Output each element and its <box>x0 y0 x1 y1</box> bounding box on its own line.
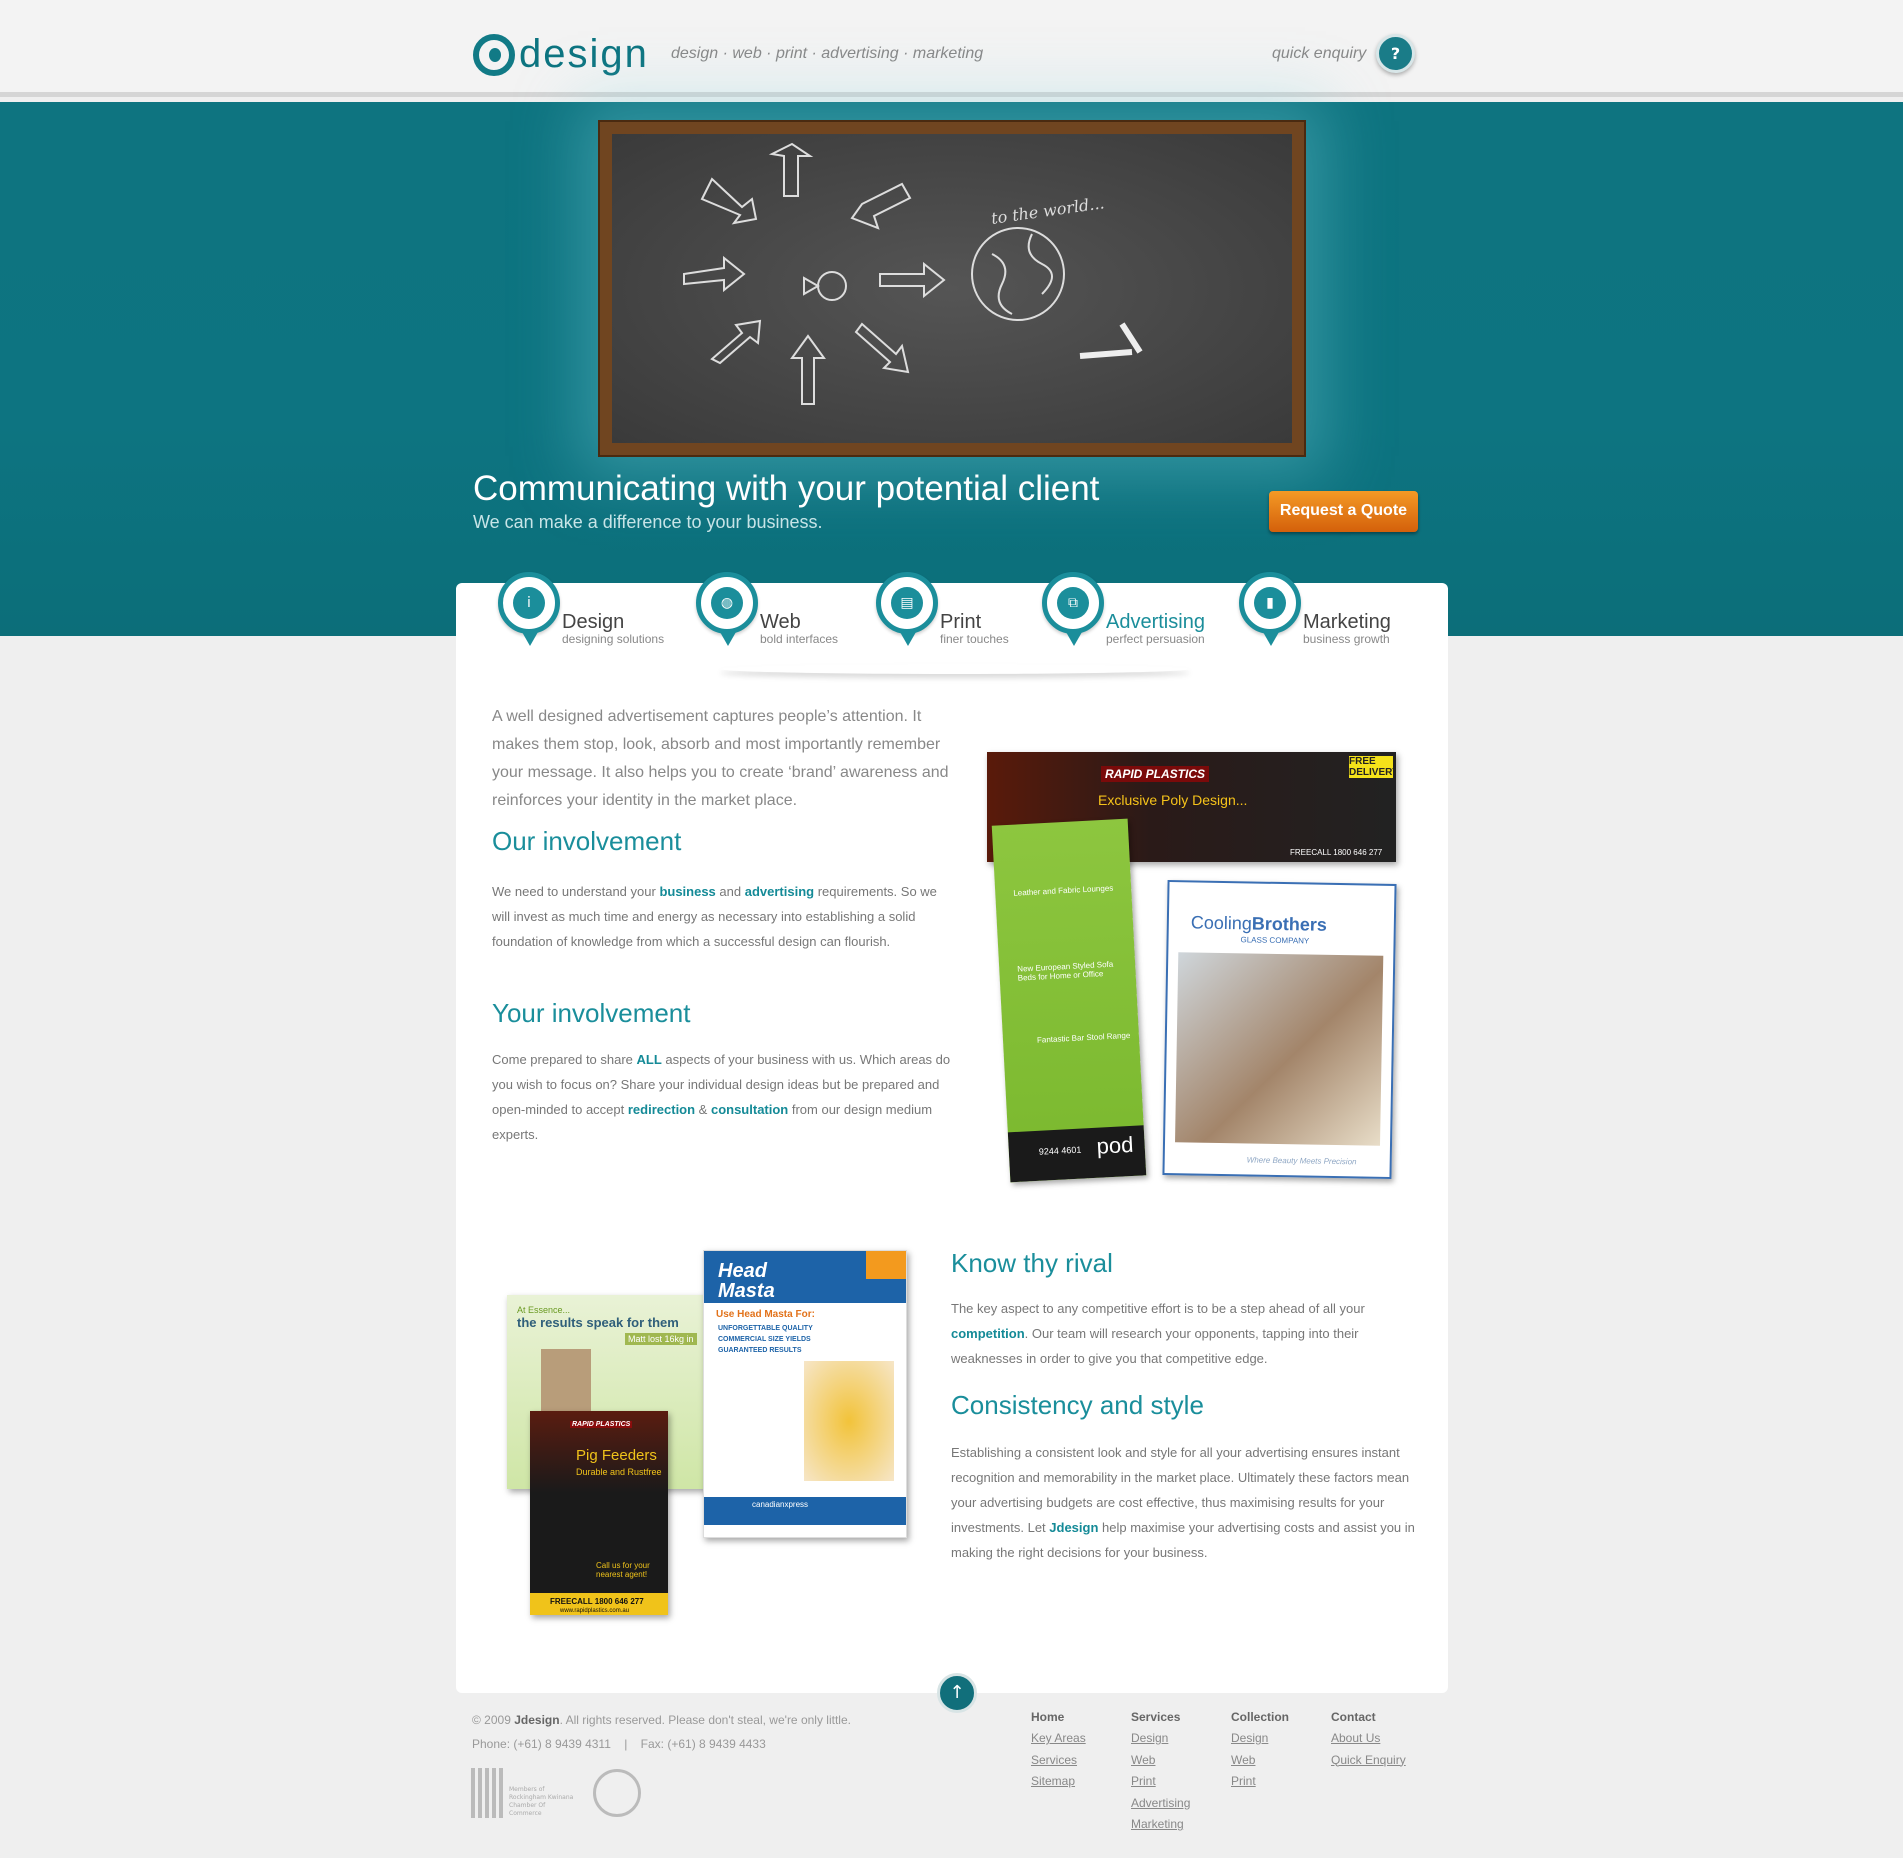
tab-desc: finer touches <box>940 632 1009 646</box>
tab-desc: bold interfaces <box>760 632 839 646</box>
tab-title: Design <box>562 611 625 633</box>
footer-link[interactable]: Quick Enquiry <box>1331 1750 1406 1772</box>
printer-icon: ▤ <box>891 587 923 619</box>
footer-link[interactable]: Web <box>1231 1750 1289 1772</box>
our-involvement-paragraph: We need to understand your business and … <box>492 884 937 949</box>
pig-feeders-ad-image: RAPID PLASTICS Pig Feeders Durable and R… <box>530 1411 668 1615</box>
know-rival-paragraph: The key aspect to any competitive effort… <box>951 1301 1365 1366</box>
head-masta-ad-image: Head Masta Use Head Masta For: UNFORGETTA… <box>703 1250 907 1538</box>
board-caption: to the world... <box>990 193 1106 228</box>
footer-link[interactable]: Advertising <box>1131 1793 1190 1815</box>
tab-design[interactable]: i Design designing solutions <box>498 572 664 646</box>
tab-print[interactable]: ▤ Print finer touches <box>876 572 1009 646</box>
pod-furniture-ad-image: Leather and Fabric Lounges New European … <box>991 818 1147 1183</box>
footer-column-contact: Contact About Us Quick Enquiry <box>1331 1710 1406 1771</box>
quick-enquiry-button[interactable]: ? <box>1376 34 1415 73</box>
tab-pin: ▤ <box>876 572 938 646</box>
footer-copyright: © 2009 Jdesign. All rights reserved. Ple… <box>472 1713 851 1727</box>
globe-icon: ◍ <box>711 587 743 619</box>
know-rival-heading: Know thy rival <box>951 1248 1113 1278</box>
tab-pin: ◍ <box>696 572 758 646</box>
tab-pin: ▮ <box>1239 572 1301 646</box>
back-to-top-button[interactable]: ↑ <box>937 1673 977 1713</box>
footer-link[interactable]: Print <box>1231 1771 1289 1793</box>
tab-title: Marketing <box>1303 611 1391 633</box>
footer-column-collection: Collection Design Web Print <box>1231 1710 1289 1793</box>
tab-pin: ⧉ <box>1042 572 1104 646</box>
footer-column-services: Services Design Web Print Advertising Ma… <box>1131 1710 1190 1836</box>
intro-paragraph: A well designed advertisement captures p… <box>492 708 949 809</box>
chamber-logo-icon <box>471 1768 505 1818</box>
tab-pin: i <box>498 572 560 646</box>
chamber-badge[interactable]: Members of Rockingham Kwinana Chamber Of… <box>471 1768 577 1818</box>
logo[interactable]: design <box>473 32 649 77</box>
your-involvement-paragraph: Come prepared to share ALL aspects of yo… <box>492 1052 951 1142</box>
tab-web[interactable]: ◍ Web bold interfaces <box>696 572 838 646</box>
tagline: design · web · print · advertising · mar… <box>671 45 984 62</box>
footer-link[interactable]: Design <box>1231 1728 1289 1750</box>
tab-title: Print <box>940 611 982 633</box>
arrow-up-icon: ↑ <box>949 1682 965 1703</box>
footer-link[interactable]: Web <box>1131 1750 1190 1772</box>
footer-link[interactable]: Services <box>1031 1750 1086 1772</box>
keyword-link: business <box>659 884 716 899</box>
footer-column-home: Home Key Areas Services Sitemap <box>1031 1710 1086 1793</box>
hero-title: Communicating with your potential client <box>473 469 1100 508</box>
info-icon: i <box>513 587 545 619</box>
chalkboard-image: to the world... <box>598 120 1306 457</box>
tab-marketing[interactable]: ▮ Marketing business growth <box>1239 572 1391 646</box>
hero-banner: to the world... Communicating with your … <box>0 102 1903 636</box>
footer-link[interactable]: Design <box>1131 1728 1190 1750</box>
tab-desc: perfect persuasion <box>1106 632 1205 646</box>
tab-desc: designing solutions <box>562 632 665 646</box>
consistency-paragraph: Establishing a consistent look and style… <box>951 1445 1415 1560</box>
tab-advertising[interactable]: ⧉ Advertising perfect persuasion <box>1042 572 1205 646</box>
seal-badge-icon[interactable] <box>593 1769 641 1817</box>
tab-title: Web <box>760 611 801 633</box>
footer-link[interactable]: Marketing <box>1131 1814 1190 1836</box>
footer-link[interactable]: Sitemap <box>1031 1771 1086 1793</box>
keyword-link: advertising <box>744 884 815 899</box>
footer-link[interactable]: About Us <box>1331 1728 1406 1750</box>
our-involvement-heading: Our involvement <box>492 826 682 856</box>
hero-subtitle: We can make a difference to your busines… <box>473 512 823 532</box>
footer-link[interactable]: Print <box>1131 1771 1190 1793</box>
top-header: design design · web · print · advertisin… <box>0 0 1903 97</box>
your-involvement-heading: Your involvement <box>492 998 691 1028</box>
footer-contact: Phone: (+61) 8 9439 4311 | Fax: (+61) 8 … <box>472 1737 766 1751</box>
tab-desc: business growth <box>1303 632 1390 646</box>
tab-title: Advertising <box>1106 611 1205 633</box>
consistency-heading: Consistency and style <box>951 1390 1204 1420</box>
cooling-brothers-ad-image: CoolingBrothers GLASS COMPANY Where Beau… <box>1162 880 1397 1179</box>
chalk-drawing-icon: to the world... <box>683 142 1143 405</box>
quick-enquiry-label[interactable]: quick enquiry <box>1272 45 1366 63</box>
logo-mark-icon <box>473 33 515 76</box>
sitemap-icon: ⧉ <box>1057 587 1089 619</box>
request-quote-button[interactable]: Request a Quote <box>1269 491 1418 532</box>
logo-text: design <box>519 32 649 76</box>
bar-chart-icon: ▮ <box>1254 587 1286 619</box>
footer-badges: Members of Rockingham Kwinana Chamber Of… <box>471 1768 641 1818</box>
tabs-shadow <box>720 664 1190 674</box>
footer-link[interactable]: Key Areas <box>1031 1728 1086 1750</box>
